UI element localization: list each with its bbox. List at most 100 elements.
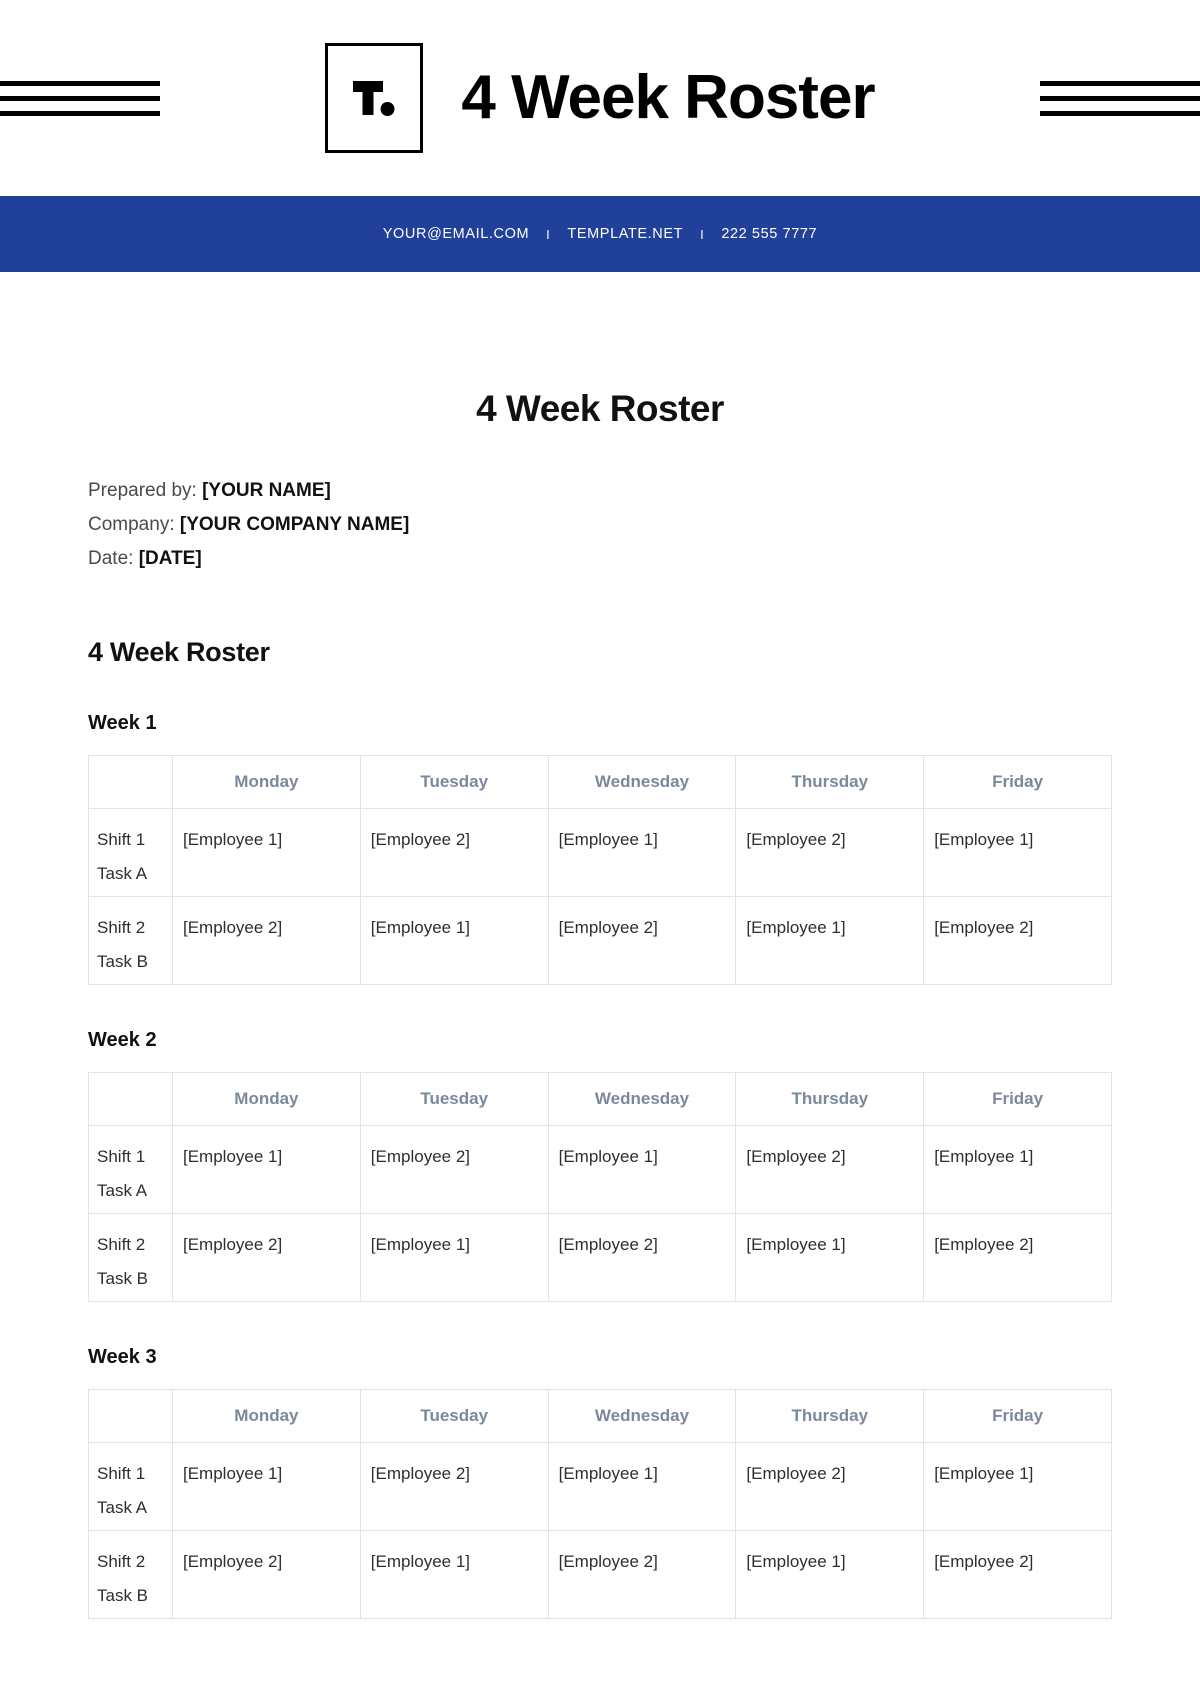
template-t-logo-icon	[353, 81, 395, 116]
table-cell[interactable]: [Employee 2]	[359, 1442, 549, 1532]
column-header-tuesday: Tuesday	[359, 755, 549, 810]
decor-line	[1040, 80, 1200, 86]
table-cell[interactable]: [Employee 2]	[735, 808, 925, 898]
table-cell[interactable]: [Employee 1]	[359, 1530, 549, 1620]
masthead-title: 4 Week Roster	[461, 63, 875, 132]
three-lines-icon-right	[1040, 80, 1200, 116]
table-header: Monday Tuesday Wednesday Thursday Friday	[88, 755, 1112, 810]
table-cell[interactable]: [Employee 2]	[172, 896, 361, 986]
table-cell[interactable]: [Employee 2]	[547, 1530, 737, 1620]
table-cell[interactable]: [Employee 2]	[735, 1442, 925, 1532]
column-header-monday: Monday	[172, 1389, 361, 1444]
row-label-task: Task B	[97, 1585, 149, 1605]
meta-label: Date:	[88, 547, 134, 569]
column-header-wednesday: Wednesday	[547, 1389, 737, 1444]
table-cell[interactable]: [Employee 2]	[359, 1125, 549, 1215]
table-cell[interactable]: [Employee 1]	[359, 896, 549, 986]
roster-table-week-3: Monday Tuesday Wednesday Thursday Friday…	[88, 1389, 1112, 1620]
table-cell[interactable]: [Employee 1]	[172, 808, 361, 898]
table-row: Shift 2 Task B [Employee 2] [Employee 1]…	[88, 1530, 1112, 1620]
row-label-shift-1: Shift 1 Task A	[88, 808, 173, 898]
table-row: Shift 1 Task A [Employee 1] [Employee 2]…	[88, 1442, 1112, 1532]
row-label-shift: Shift 1	[97, 1147, 146, 1167]
three-lines-icon-left	[0, 80, 160, 116]
table-cell[interactable]: [Employee 1]	[923, 1442, 1112, 1532]
table-cell[interactable]: [Employee 1]	[172, 1442, 361, 1532]
table-header-row: Monday Tuesday Wednesday Thursday Friday	[88, 1072, 1112, 1127]
contact-bar: YOUR@EMAIL.COM I TEMPLATE.NET I 222 555 …	[0, 196, 1200, 272]
decor-line	[0, 110, 160, 116]
table-cell[interactable]: [Employee 1]	[547, 808, 737, 898]
meta-row-date: Date: [DATE]	[88, 542, 1112, 576]
contact-website[interactable]: TEMPLATE.NET	[567, 226, 683, 242]
row-label-shift: Shift 2	[97, 918, 146, 938]
roster-table-week-1: Monday Tuesday Wednesday Thursday Friday…	[88, 755, 1112, 986]
column-header-tuesday: Tuesday	[359, 1072, 549, 1127]
column-header-thursday: Thursday	[735, 1389, 925, 1444]
meta-value[interactable]: [YOUR NAME]	[202, 480, 331, 501]
table-cell[interactable]: [Employee 1]	[359, 1213, 549, 1303]
row-label-task: Task A	[97, 1497, 148, 1517]
table-cell[interactable]: [Employee 1]	[172, 1125, 361, 1215]
decor-line	[1040, 95, 1200, 101]
table-row: Shift 1 Task A [Employee 1] [Employee 2]…	[88, 808, 1112, 898]
contact-info: YOUR@EMAIL.COM I TEMPLATE.NET I 222 555 …	[383, 226, 817, 242]
row-label-shift: Shift 2	[97, 1552, 146, 1572]
meta-label: Company:	[88, 513, 175, 535]
column-header-thursday: Thursday	[735, 1072, 925, 1127]
row-label-task: Task A	[97, 1180, 148, 1200]
column-header-thursday: Thursday	[735, 755, 925, 810]
column-header-monday: Monday	[172, 755, 361, 810]
table-header: Monday Tuesday Wednesday Thursday Friday	[88, 1389, 1112, 1444]
meta-row-company: Company: [YOUR COMPANY NAME]	[88, 508, 1112, 542]
row-label-shift-2: Shift 2 Task B	[88, 1213, 173, 1303]
column-header-wednesday: Wednesday	[547, 755, 737, 810]
table-cell[interactable]: [Employee 2]	[735, 1125, 925, 1215]
row-label-task: Task B	[97, 951, 149, 971]
table-cell[interactable]: [Employee 2]	[923, 1530, 1112, 1620]
contact-separator: I	[546, 226, 551, 242]
table-cell[interactable]: [Employee 2]	[547, 896, 737, 986]
table-header-row: Monday Tuesday Wednesday Thursday Friday	[88, 1389, 1112, 1444]
meta-value[interactable]: [YOUR COMPANY NAME]	[180, 514, 409, 535]
table-cell[interactable]: [Employee 2]	[547, 1213, 737, 1303]
meta-label: Prepared by:	[88, 480, 197, 501]
decor-line	[0, 95, 160, 101]
table-header-row: Monday Tuesday Wednesday Thursday Friday	[88, 755, 1112, 810]
table-cell[interactable]: [Employee 2]	[172, 1213, 361, 1303]
row-label-shift-2: Shift 2 Task B	[88, 896, 173, 986]
table-cell[interactable]: [Employee 2]	[172, 1530, 361, 1620]
table-header: Monday Tuesday Wednesday Thursday Friday	[88, 1072, 1112, 1127]
column-header-wednesday: Wednesday	[547, 1072, 737, 1127]
table-corner-cell	[88, 1389, 173, 1444]
table-cell[interactable]: [Employee 2]	[923, 1213, 1112, 1303]
brand-row: 4 Week Roster	[325, 25, 876, 170]
row-label-shift-1: Shift 1 Task A	[88, 1442, 173, 1532]
column-header-friday: Friday	[923, 1072, 1112, 1127]
table-body: Shift 1 Task A [Employee 1] [Employee 2]…	[88, 1442, 1112, 1620]
table-corner-cell	[88, 1072, 173, 1127]
row-label-shift: Shift 2	[97, 1235, 146, 1255]
meta-value[interactable]: [DATE]	[139, 548, 202, 569]
table-body: Shift 1 Task A [Employee 1] [Employee 2]…	[88, 808, 1112, 986]
document-body: 4 Week Roster Prepared by: [YOUR NAME] C…	[0, 388, 1200, 1620]
table-cell[interactable]: [Employee 1]	[923, 1125, 1112, 1215]
column-header-friday: Friday	[923, 1389, 1112, 1444]
table-cell[interactable]: [Employee 2]	[359, 808, 549, 898]
table-cell[interactable]: [Employee 1]	[735, 896, 925, 986]
decor-line	[0, 80, 160, 86]
table-cell[interactable]: [Employee 2]	[923, 896, 1112, 986]
row-label-shift-2: Shift 2 Task B	[88, 1530, 173, 1620]
contact-phone[interactable]: 222 555 7777	[721, 226, 817, 242]
table-cell[interactable]: [Employee 1]	[735, 1213, 925, 1303]
meta-row-prepared-by: Prepared by: [YOUR NAME]	[88, 474, 1112, 508]
row-label-shift: Shift 1	[97, 1464, 146, 1484]
table-cell[interactable]: [Employee 1]	[547, 1442, 737, 1532]
row-label-shift: Shift 1	[97, 830, 146, 850]
table-cell[interactable]: [Employee 1]	[735, 1530, 925, 1620]
table-cell[interactable]: [Employee 1]	[547, 1125, 737, 1215]
table-cell[interactable]: [Employee 1]	[923, 808, 1112, 898]
masthead: 4 Week Roster	[0, 0, 1200, 196]
contact-email[interactable]: YOUR@EMAIL.COM	[383, 226, 529, 242]
column-header-friday: Friday	[923, 755, 1112, 810]
